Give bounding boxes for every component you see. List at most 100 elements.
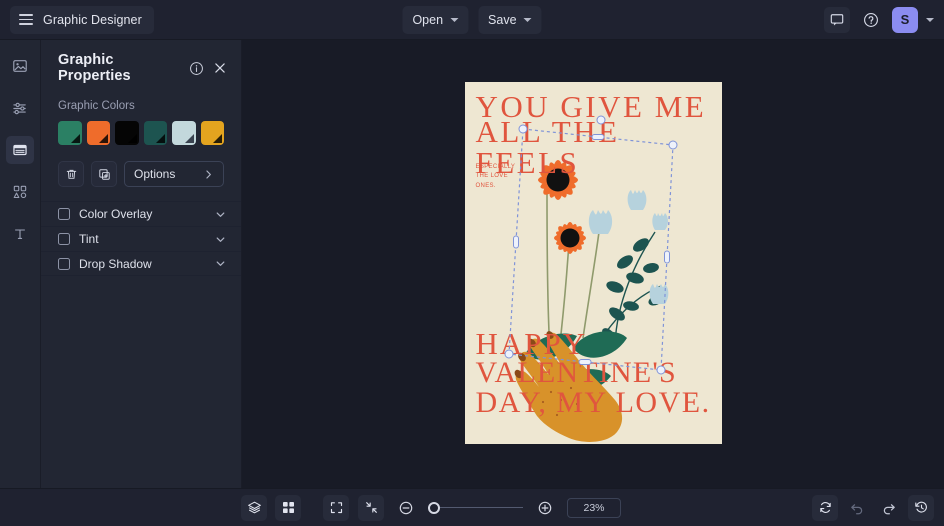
swatch-green[interactable]: [58, 121, 82, 145]
chevron-down-icon: [450, 18, 458, 22]
effect-row-tint[interactable]: Tint: [41, 226, 241, 251]
user-avatar[interactable]: S: [892, 7, 918, 33]
grid-button[interactable]: [275, 495, 301, 521]
effect-row-drop-shadow[interactable]: Drop Shadow: [41, 251, 241, 276]
comment-icon: [830, 13, 844, 27]
zoom-slider-knob[interactable]: [428, 502, 440, 514]
zoom-slider[interactable]: [428, 502, 523, 514]
poster-line-4: VALENTINE'S: [476, 358, 677, 388]
effect-row-color-overlay[interactable]: Color Overlay: [41, 201, 241, 226]
image-icon: [12, 58, 28, 74]
info-circle-icon: [189, 61, 204, 76]
duplicate-icon: [98, 168, 111, 181]
sidebar-item-layout-tool[interactable]: [6, 136, 34, 164]
view-toggles: [241, 495, 301, 521]
save-button[interactable]: Save: [478, 6, 542, 34]
zoom-level-field[interactable]: 23%: [567, 498, 621, 518]
tool-rail: [0, 40, 41, 488]
history-icon: [914, 500, 929, 515]
close-button[interactable]: [213, 61, 227, 75]
tint-checkbox[interactable]: [58, 233, 70, 245]
refresh-button[interactable]: [812, 495, 838, 521]
shapes-icon: [12, 184, 28, 200]
panel-header-actions: [189, 61, 227, 76]
chevron-down-icon[interactable]: [215, 234, 226, 245]
refresh-icon: [818, 500, 833, 515]
main-body: Graphic Properties: [0, 40, 944, 488]
text-t-icon: [12, 226, 28, 242]
poster-line-3: HAPPY: [476, 328, 588, 359]
zoom-out-icon: [398, 500, 414, 516]
open-button[interactable]: Open: [402, 6, 468, 34]
tint-label: Tint: [79, 232, 99, 246]
account-chevron-down-icon[interactable]: [926, 18, 934, 22]
sidebar-item-text-tool[interactable]: [6, 220, 34, 248]
hamburger-icon: [19, 14, 33, 25]
panel-header: Graphic Properties: [41, 52, 241, 84]
trash-icon: [65, 168, 78, 181]
help-button[interactable]: [858, 7, 884, 33]
graphic-colors-label: Graphic Colors: [41, 100, 241, 112]
swatch-light-blue[interactable]: [172, 121, 196, 145]
graphic-actions: Options: [41, 161, 241, 187]
zoom-out-button[interactable]: [393, 495, 419, 521]
shrink-to-fit-button[interactable]: [358, 495, 384, 521]
zoom-in-icon: [537, 500, 553, 516]
bottom-bar: 23%: [0, 488, 944, 526]
delete-button[interactable]: [58, 161, 84, 187]
sliders-icon: [12, 100, 29, 117]
canvas-area[interactable]: YOU GIVE ME ALL THE FEELS ESPECIALLY THE…: [242, 40, 944, 488]
app-title: Graphic Designer: [43, 13, 142, 27]
redo-icon: [881, 500, 897, 516]
swatch-black[interactable]: [115, 121, 139, 145]
artboard[interactable]: YOU GIVE ME ALL THE FEELS ESPECIALLY THE…: [465, 82, 722, 444]
grid-icon: [281, 500, 296, 515]
fit-frame-icon: [329, 500, 344, 515]
close-icon: [213, 61, 227, 75]
chevron-down-icon: [524, 18, 532, 22]
swatch-amber[interactable]: [201, 121, 225, 145]
zoom-in-button[interactable]: [532, 495, 558, 521]
color-overlay-checkbox[interactable]: [58, 208, 70, 220]
undo-button[interactable]: [844, 495, 870, 521]
card-layout-icon: [12, 142, 28, 158]
sidebar-item-shapes-tool[interactable]: [6, 178, 34, 206]
poster-caption: ESPECIALLY THE LOVE ONES.: [476, 163, 516, 191]
help-circle-icon: [863, 12, 879, 28]
layers-icon: [247, 500, 262, 515]
page-title: Graphic Properties: [58, 52, 181, 84]
zoom-controls: 23%: [323, 495, 621, 521]
file-actions: Open Save: [402, 6, 541, 34]
history-button[interactable]: [908, 495, 934, 521]
drop-shadow-checkbox[interactable]: [58, 258, 70, 270]
history-controls: [812, 495, 934, 521]
undo-icon: [849, 500, 865, 516]
chevron-right-icon: [203, 169, 214, 180]
bottom-bar-left-spacer: [0, 489, 241, 526]
duplicate-button[interactable]: [91, 161, 117, 187]
poster-line-5: DAY, MY LOVE.: [476, 388, 711, 418]
daisy-center: [560, 229, 579, 248]
drop-shadow-label: Drop Shadow: [79, 257, 152, 271]
sidebar-item-image-tool[interactable]: [6, 52, 34, 80]
chevron-down-icon[interactable]: [215, 209, 226, 220]
swatch-teal[interactable]: [144, 121, 168, 145]
zoom-slider-track[interactable]: [440, 507, 523, 509]
comment-button[interactable]: [824, 7, 850, 33]
app-root: Graphic Designer Open Save: [0, 0, 944, 526]
options-label: Options: [134, 167, 175, 181]
color-swatch-list: [41, 121, 241, 145]
options-button[interactable]: Options: [124, 161, 224, 187]
redo-button[interactable]: [876, 495, 902, 521]
save-label: Save: [488, 13, 517, 27]
info-button[interactable]: [189, 61, 204, 76]
chevron-down-icon[interactable]: [215, 258, 226, 269]
layers-button[interactable]: [241, 495, 267, 521]
shrink-icon: [364, 500, 379, 515]
swatch-orange[interactable]: [87, 121, 111, 145]
sidebar-item-adjustments-tool[interactable]: [6, 94, 34, 122]
app-menu-button[interactable]: Graphic Designer: [10, 6, 154, 34]
top-bar: Graphic Designer Open Save: [0, 0, 944, 40]
color-overlay-label: Color Overlay: [79, 207, 152, 221]
fit-to-screen-button[interactable]: [323, 495, 349, 521]
